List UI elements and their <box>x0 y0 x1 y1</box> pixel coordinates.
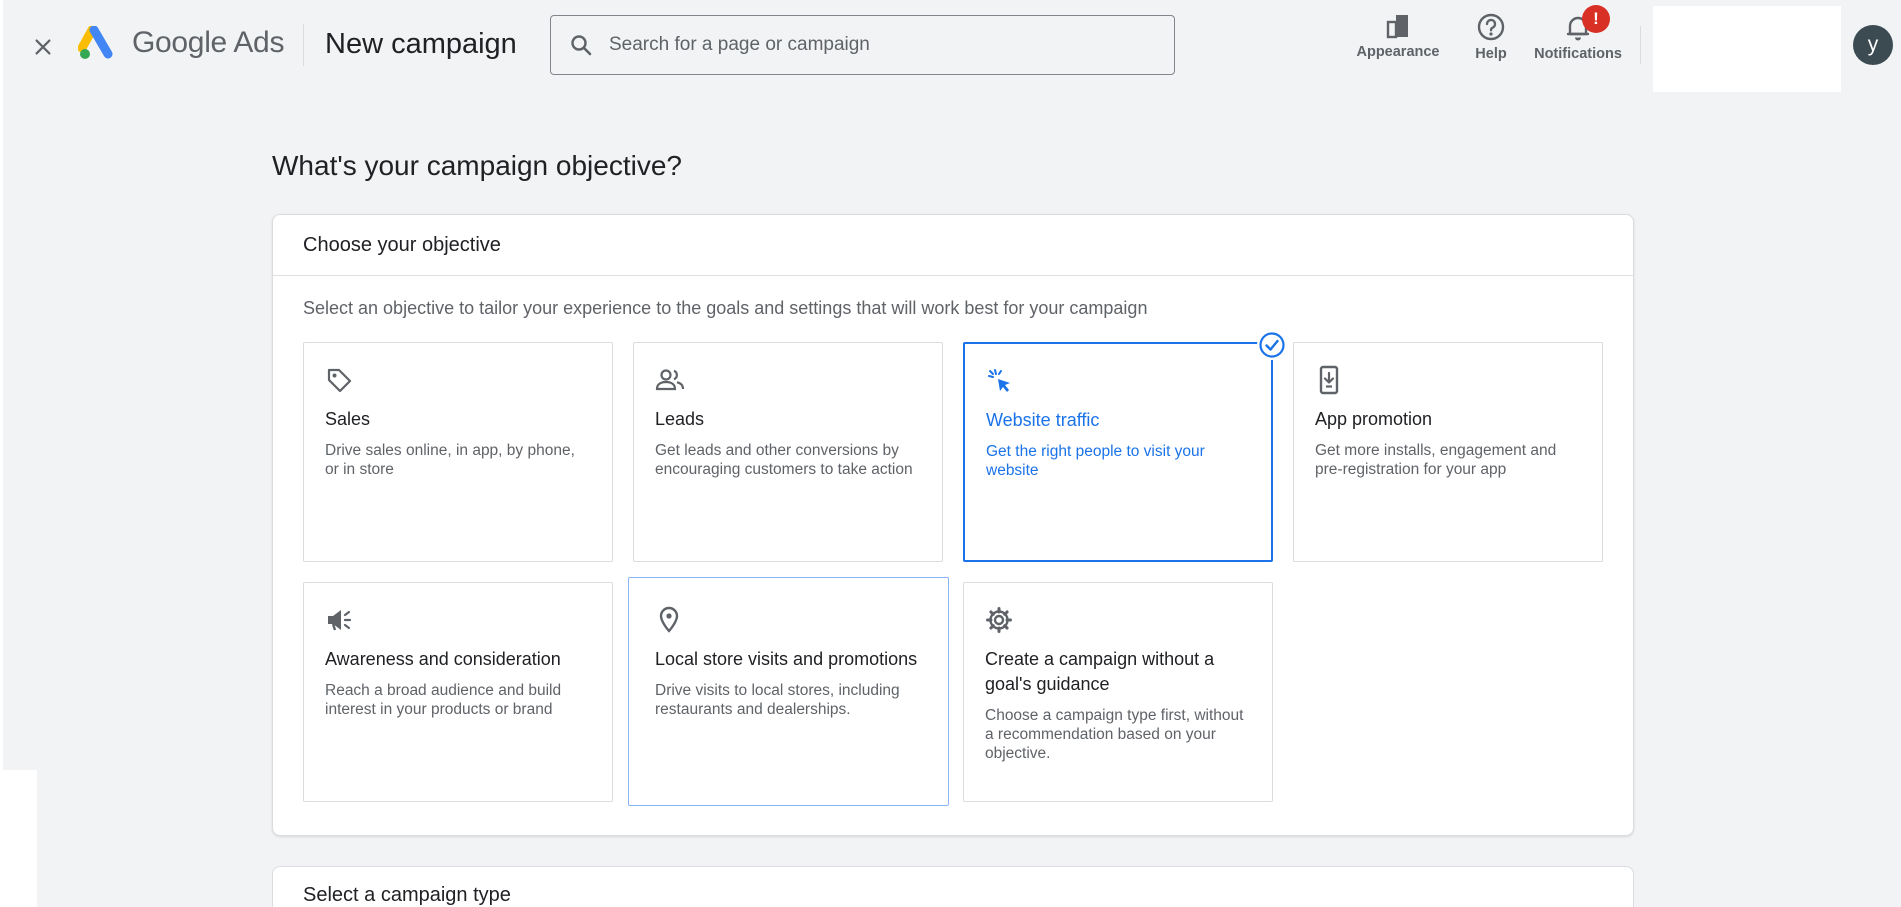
appearance-icon <box>1386 15 1408 39</box>
brand-ads: Ads <box>233 26 285 59</box>
tile-name: Awareness and consideration <box>325 649 561 669</box>
tile-description: Reach a broad audience and build interes… <box>325 682 562 718</box>
tile-name: Sales <box>325 409 371 429</box>
header-divider <box>303 24 304 66</box>
help-label: Help <box>1475 46 1507 62</box>
objective-tile-leads[interactable]: Leads Get leads and other conversions by… <box>633 342 943 562</box>
objective-card: Choose your objective Select an objectiv… <box>272 214 1634 836</box>
top-app-bar: Google Ads New campaign Appearance Help … <box>0 0 1901 92</box>
google-ads-logo-icon <box>78 26 113 59</box>
objective-tile-app-promotion[interactable]: App promotion Get more installs, engagem… <box>1293 342 1603 562</box>
appearance-label: Appearance <box>1356 44 1440 60</box>
page-title: New campaign <box>325 28 517 60</box>
search-icon <box>571 35 592 56</box>
notifications-button[interactable]: ! Notifications <box>1528 5 1628 62</box>
selected-check-icon <box>1257 330 1287 360</box>
people-icon <box>655 365 685 395</box>
tile-name: Leads <box>655 409 705 429</box>
phone-download-icon <box>1315 365 1345 395</box>
tile-name: Create a campaign without a goal's guida… <box>985 649 1215 694</box>
objective-tile-local-store[interactable]: Local store visits and promotions Drive … <box>628 577 949 806</box>
objective-tile-sales[interactable]: Sales Drive sales online, in app, by pho… <box>303 342 613 562</box>
gear-icon <box>985 605 1015 635</box>
megaphone-icon <box>325 605 355 635</box>
tile-description: Drive sales online, in app, by phone, or… <box>325 442 575 478</box>
brand-google: Google <box>132 26 227 59</box>
account-switcher[interactable] <box>1653 6 1841 92</box>
tile-description: Get leads and other conversions by encou… <box>655 442 913 478</box>
objective-card-description: Select an objective to tailor your exper… <box>303 298 1148 318</box>
objective-tile-awareness[interactable]: Awareness and consideration Reach a broa… <box>303 582 613 802</box>
close-button[interactable] <box>28 32 58 62</box>
card-divider <box>273 275 1633 276</box>
search-input[interactable] <box>609 34 1169 56</box>
campaign-type-card: Select a campaign type <box>272 866 1634 907</box>
location-pin-icon <box>655 605 685 635</box>
tile-description: Choose a campaign type first, without a … <box>985 707 1244 762</box>
tile-description: Get more installs, engagement and pre-re… <box>1315 442 1557 478</box>
campaign-type-card-title: Select a campaign type <box>303 884 511 906</box>
brand-name: Google Ads <box>132 26 284 60</box>
tile-description: Get the right people to visit your websi… <box>986 443 1205 479</box>
objective-tile-no-goal[interactable]: Create a campaign without a goal's guida… <box>963 582 1273 802</box>
left-edge-block <box>0 770 37 907</box>
header-divider-right <box>1640 26 1641 64</box>
tile-description: Drive visits to local stores, including … <box>655 682 900 718</box>
objective-tile-website-traffic[interactable]: Website traffic Get the right people to … <box>963 330 1287 562</box>
cursor-click-icon <box>986 366 1016 396</box>
avatar[interactable]: y <box>1853 25 1893 65</box>
tile-name: Website traffic <box>986 410 1100 430</box>
search-box[interactable] <box>550 15 1175 75</box>
objective-card-title: Choose your objective <box>303 234 501 256</box>
notification-badge: ! <box>1582 5 1610 33</box>
objective-question-heading: What's your campaign objective? <box>272 150 682 181</box>
tile-name: Local store visits and promotions <box>655 649 918 669</box>
tile-name: App promotion <box>1315 409 1433 429</box>
help-icon <box>1477 13 1505 41</box>
help-button[interactable]: Help <box>1470 12 1512 62</box>
notifications-label: Notifications <box>1534 46 1622 62</box>
tag-icon <box>325 365 355 395</box>
close-icon <box>35 39 51 55</box>
appearance-button[interactable]: Appearance <box>1352 12 1444 60</box>
